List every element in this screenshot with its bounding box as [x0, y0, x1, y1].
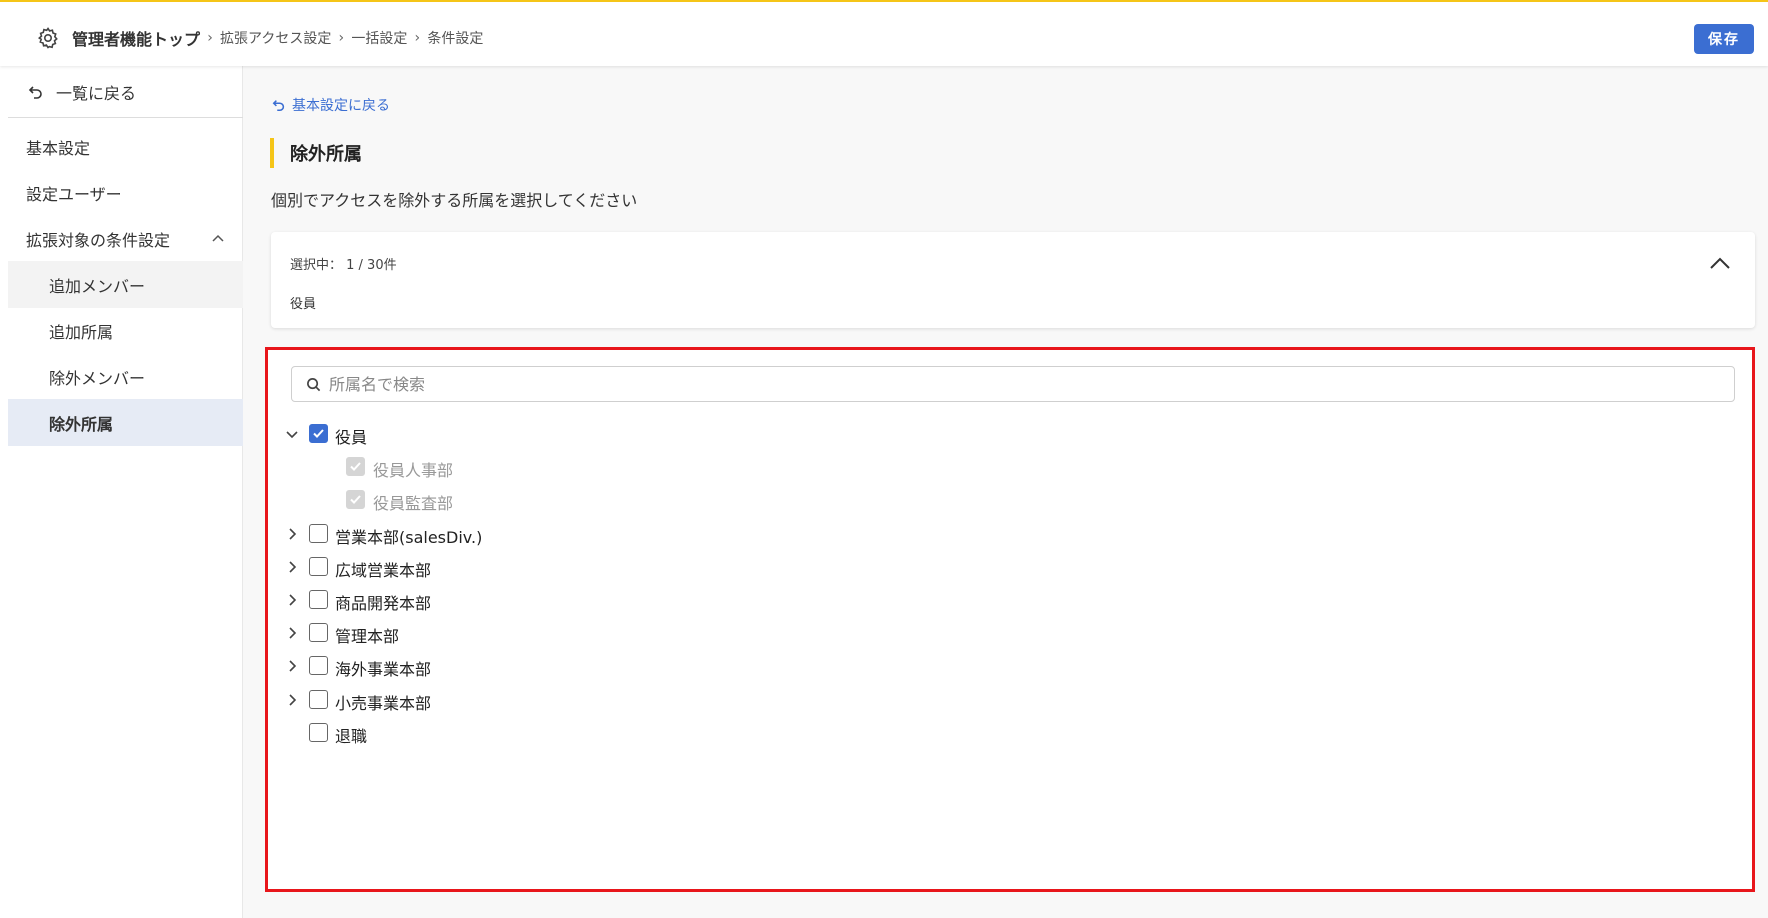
- tree-checkbox: [346, 457, 365, 476]
- tree-row[interactable]: 管理本部: [268, 617, 1748, 649]
- save-button[interactable]: 保存: [1694, 24, 1754, 54]
- section-description: 個別でアクセスを除外する所属を選択してください: [271, 191, 638, 210]
- tree-row: 役員監査部: [268, 484, 1748, 516]
- tree-label: 退職: [335, 727, 368, 746]
- back-to-basic-settings-link[interactable]: 基本設定に戻る: [272, 96, 390, 114]
- tree-label: 役員: [335, 428, 368, 447]
- tree-row[interactable]: 広域営業本部: [268, 551, 1748, 583]
- sidebar-item-added-members[interactable]: 追加メンバー: [8, 261, 243, 308]
- chevron-right-icon[interactable]: [284, 526, 300, 542]
- search-input[interactable]: [329, 374, 1709, 394]
- chevron-up-icon: [212, 234, 224, 242]
- tree-row[interactable]: 小売事業本部: [268, 684, 1748, 716]
- tree-label: 商品開発本部: [335, 594, 432, 613]
- tree-checkbox: [346, 490, 365, 509]
- sidebar-item-label: 除外メンバー: [49, 368, 146, 388]
- tree-label: 営業本部(salesDiv.): [335, 528, 483, 547]
- sidebar-item-setting-users[interactable]: 設定ユーザー: [8, 169, 243, 216]
- back-link-label: 基本設定に戻る: [292, 98, 390, 114]
- tree-checkbox[interactable]: [309, 690, 328, 709]
- selection-count: 選択中： 1 / 30件: [290, 258, 397, 273]
- sidebar-item-excluded-departments[interactable]: 除外所属: [8, 399, 243, 446]
- tree-label: 役員人事部: [373, 461, 454, 480]
- breadcrumb-item[interactable]: 拡張アクセス設定: [220, 28, 331, 48]
- breadcrumb-item[interactable]: 一括設定: [351, 28, 407, 48]
- undo-arrow-icon: [272, 100, 285, 112]
- gear-icon[interactable]: [36, 26, 60, 50]
- sidebar-item-label: 追加所属: [49, 322, 114, 342]
- sidebar-item-label: 設定ユーザー: [26, 184, 122, 204]
- tree-label: 広域営業本部: [335, 561, 432, 580]
- back-to-list-label: 一覧に戻る: [56, 83, 137, 103]
- tree-checkbox[interactable]: [309, 424, 328, 443]
- chevron-right-icon: ›: [338, 30, 345, 46]
- tree-checkbox[interactable]: [309, 590, 328, 609]
- breadcrumb-current: 条件設定: [427, 31, 484, 47]
- tree-row[interactable]: 営業本部(salesDiv.): [268, 518, 1748, 550]
- sidebar-item-label: 基本設定: [26, 138, 91, 158]
- selection-summary-card: 選択中： 1 / 30件 役員: [271, 232, 1755, 328]
- tree-label: 役員監査部: [373, 494, 454, 513]
- tree-checkbox[interactable]: [309, 623, 328, 642]
- chevron-right-icon[interactable]: [284, 559, 300, 575]
- chevron-right-icon[interactable]: [284, 592, 300, 608]
- tree-row[interactable]: 商品開発本部: [268, 584, 1748, 616]
- tree-checkbox[interactable]: [309, 723, 328, 742]
- breadcrumb: 管理者機能トップ › 拡張アクセス設定 › 一括設定 › 条件設定: [72, 26, 483, 50]
- search-box[interactable]: [291, 366, 1735, 402]
- selected-item: 役員: [290, 297, 317, 312]
- sidebar-item-basic-settings[interactable]: 基本設定: [8, 123, 243, 170]
- top-bar: 管理者機能トップ › 拡張アクセス設定 › 一括設定 › 条件設定 保存: [0, 0, 1768, 66]
- chevron-down-icon[interactable]: [284, 426, 300, 442]
- sidebar-item-label: 除外所属: [49, 414, 114, 434]
- tree-label: 小売事業本部: [335, 694, 432, 713]
- tree-row[interactable]: 役員: [268, 418, 1748, 450]
- chevron-right-icon[interactable]: [284, 625, 300, 641]
- sidebar-item-label: 追加メンバー: [49, 276, 146, 296]
- sidebar-item-condition-settings[interactable]: 拡張対象の条件設定: [8, 215, 243, 262]
- search-icon: [307, 377, 321, 391]
- undo-arrow-icon: [28, 85, 42, 99]
- tree-row: 役員人事部: [268, 451, 1748, 483]
- chevron-up-icon[interactable]: [1709, 256, 1731, 270]
- chevron-right-icon: ›: [207, 30, 213, 46]
- section-title: 除外所属: [270, 138, 362, 168]
- sidebar: 一覧に戻る 基本設定 設定ユーザー 拡張対象の条件設定 追加メンバー 追加所属 …: [0, 66, 243, 918]
- sidebar-item-excluded-members[interactable]: 除外メンバー: [8, 353, 243, 400]
- tree-row[interactable]: 退職: [268, 717, 1748, 749]
- chevron-right-icon: ›: [414, 30, 421, 46]
- sidebar-item-label: 拡張対象の条件設定: [26, 230, 171, 250]
- chevron-right-icon[interactable]: [284, 658, 300, 674]
- chevron-right-icon[interactable]: [284, 692, 300, 708]
- back-to-list-link[interactable]: 一覧に戻る: [8, 66, 243, 118]
- department-tree-panel: 役員 役員人事部 役員監査部 営業本部(salesDiv.) 広域営業本部 商品…: [265, 347, 1755, 892]
- tree-row[interactable]: 海外事業本部: [268, 650, 1748, 682]
- tree-checkbox[interactable]: [309, 656, 328, 675]
- breadcrumb-home[interactable]: 管理者機能トップ: [72, 26, 200, 50]
- sidebar-item-added-departments[interactable]: 追加所属: [8, 307, 243, 354]
- tree-label: 海外事業本部: [335, 660, 432, 679]
- tree-checkbox[interactable]: [309, 524, 328, 543]
- tree-checkbox[interactable]: [309, 557, 328, 576]
- tree-label: 管理本部: [335, 627, 400, 646]
